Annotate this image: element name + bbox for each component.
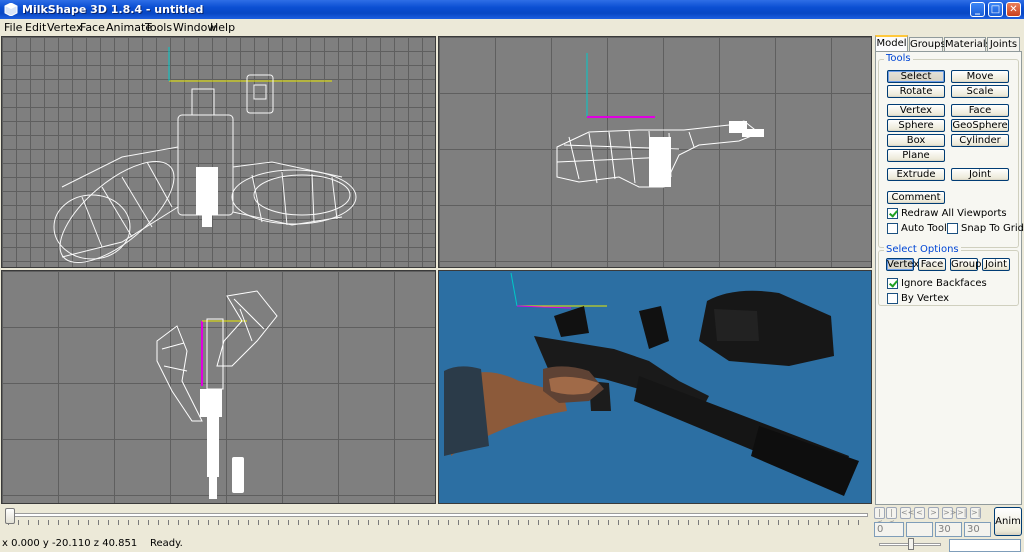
status-bar: x 0.000 y -20.110 z 40.851 Ready. bbox=[0, 537, 873, 552]
extrude-tool-button[interactable]: Extrude bbox=[887, 168, 945, 181]
speed-field[interactable] bbox=[949, 539, 1021, 552]
select-joint-button[interactable]: Joint bbox=[982, 258, 1010, 271]
wireframe-top bbox=[156, 290, 278, 499]
by-vertex-checkbox-label: By Vertex bbox=[901, 293, 950, 304]
snap-to-grid-checkbox[interactable]: Snap To Grid bbox=[947, 222, 1024, 235]
snap-to-grid-checkbox-label: Snap To Grid bbox=[961, 223, 1024, 234]
wireframe-front bbox=[53, 47, 357, 264]
animation-controls: |< |< << < > >> >| >| 0 30 30 Anim bbox=[873, 505, 1024, 552]
plane-tool-button[interactable]: Plane bbox=[887, 149, 945, 162]
current-frame-field[interactable]: 0 bbox=[874, 522, 904, 537]
menu-vertex[interactable]: Vertex bbox=[47, 21, 82, 34]
prev-key-button[interactable]: |< bbox=[886, 507, 897, 527]
next-key-button[interactable]: >| bbox=[956, 507, 967, 519]
maximize-button[interactable]: □ bbox=[988, 2, 1003, 17]
face-tool-button[interactable]: Face bbox=[951, 104, 1009, 117]
rewind-button[interactable]: << bbox=[900, 507, 914, 519]
select-tool-button[interactable]: Select bbox=[887, 70, 945, 83]
animation-timeline bbox=[0, 505, 873, 537]
speed-slider-thumb[interactable] bbox=[908, 538, 914, 550]
status-message: Ready. bbox=[150, 538, 183, 549]
ignore-backfaces-checkbox-box[interactable] bbox=[887, 278, 898, 289]
redraw-all-viewports-checkbox[interactable]: Redraw All Viewports bbox=[887, 207, 1015, 220]
geosphere-tool-button[interactable]: GeoSphere bbox=[951, 119, 1009, 132]
ignore-backfaces-checkbox-label: Ignore Backfaces bbox=[901, 278, 987, 289]
timeline-track[interactable] bbox=[8, 513, 868, 517]
snap-to-grid-checkbox-box[interactable] bbox=[947, 223, 958, 234]
milkshape-app-icon bbox=[4, 3, 18, 16]
viewport-top[interactable] bbox=[1, 270, 436, 504]
move-tool-button[interactable]: Move bbox=[951, 70, 1009, 83]
select-vertex-button[interactable]: Vertex bbox=[886, 258, 919, 271]
ignore-backfaces-checkbox[interactable]: Ignore Backfaces bbox=[887, 277, 1015, 290]
auto-tool-checkbox[interactable]: Auto Tool bbox=[887, 222, 947, 235]
anim-button[interactable]: Anim bbox=[994, 507, 1022, 536]
comment-tool-button[interactable]: Comment bbox=[887, 191, 945, 204]
cylinder-tool-button[interactable]: Cylinder bbox=[951, 134, 1009, 147]
tool-panel: Model Groups Materials Joints Tools Sele… bbox=[873, 35, 1024, 505]
timeline-ticks bbox=[8, 520, 868, 525]
select-options-title: Select Options bbox=[884, 244, 961, 255]
auto-tool-checkbox-label: Auto Tool bbox=[901, 223, 947, 234]
tab-groups[interactable]: Groups bbox=[909, 37, 946, 52]
next-frame-button[interactable]: > bbox=[928, 507, 939, 519]
close-button[interactable]: ✕ bbox=[1006, 2, 1021, 17]
last-frame-button[interactable]: >| bbox=[970, 507, 981, 519]
viewport-front[interactable] bbox=[1, 36, 436, 268]
menu-file[interactable]: File bbox=[4, 21, 22, 34]
menu-edit[interactable]: Edit bbox=[25, 21, 46, 34]
menu-bar: File Edit Vertex Face Animate Tools Wind… bbox=[0, 19, 1024, 35]
tab-model[interactable]: Model bbox=[875, 35, 908, 52]
wireframe-side bbox=[556, 53, 764, 188]
menu-help[interactable]: Help bbox=[210, 21, 235, 34]
menu-face[interactable]: Face bbox=[80, 21, 105, 34]
title-bar: MilkShape 3D 1.8.4 - untitled _ □ ✕ bbox=[0, 0, 1024, 19]
start-frame-field[interactable] bbox=[906, 522, 933, 537]
select-face-button[interactable]: Face bbox=[918, 258, 946, 271]
end-frame-field[interactable]: 30 bbox=[935, 522, 962, 537]
viewport-side[interactable] bbox=[438, 36, 872, 268]
viewport-3d[interactable] bbox=[438, 270, 872, 504]
tab-joints[interactable]: Joints bbox=[987, 37, 1020, 52]
sphere-tool-button[interactable]: Sphere bbox=[887, 119, 945, 132]
window-title: MilkShape 3D 1.8.4 - untitled bbox=[22, 3, 204, 16]
render-3d bbox=[444, 272, 859, 496]
tools-group: Tools Select Move Rotate Scale Vertex Fa… bbox=[878, 53, 1024, 248]
tab-materials[interactable]: Materials bbox=[944, 37, 991, 52]
rotate-tool-button[interactable]: Rotate bbox=[887, 85, 945, 98]
select-group-button[interactable]: Group bbox=[950, 258, 981, 271]
joint-tool-button[interactable]: Joint bbox=[951, 168, 1009, 181]
vertex-tool-button[interactable]: Vertex bbox=[887, 104, 945, 117]
tools-group-title: Tools bbox=[884, 53, 913, 64]
redraw-checkbox-box[interactable] bbox=[887, 208, 898, 219]
prev-frame-button[interactable]: < bbox=[914, 507, 925, 519]
timeline-slider-thumb[interactable] bbox=[5, 508, 15, 524]
minimize-button[interactable]: _ bbox=[970, 2, 985, 17]
by-vertex-checkbox-box[interactable] bbox=[887, 293, 898, 304]
first-frame-button[interactable]: |< bbox=[874, 507, 885, 527]
status-coordinates: x 0.000 y -20.110 z 40.851 bbox=[2, 538, 138, 549]
auto-tool-checkbox-box[interactable] bbox=[887, 223, 898, 234]
select-options-group: Select Options Vertex Face Group Joint I… bbox=[878, 244, 1019, 306]
total-frames-field[interactable]: 30 bbox=[964, 522, 991, 537]
redraw-checkbox-label: Redraw All Viewports bbox=[901, 208, 1007, 219]
fast-forward-button[interactable]: >> bbox=[942, 507, 956, 519]
model-tab-page: Tools Select Move Rotate Scale Vertex Fa… bbox=[875, 51, 1024, 505]
by-vertex-checkbox[interactable]: By Vertex bbox=[887, 292, 1015, 305]
menu-tools[interactable]: Tools bbox=[145, 21, 172, 34]
scale-tool-button[interactable]: Scale bbox=[951, 85, 1009, 98]
box-tool-button[interactable]: Box bbox=[887, 134, 945, 147]
